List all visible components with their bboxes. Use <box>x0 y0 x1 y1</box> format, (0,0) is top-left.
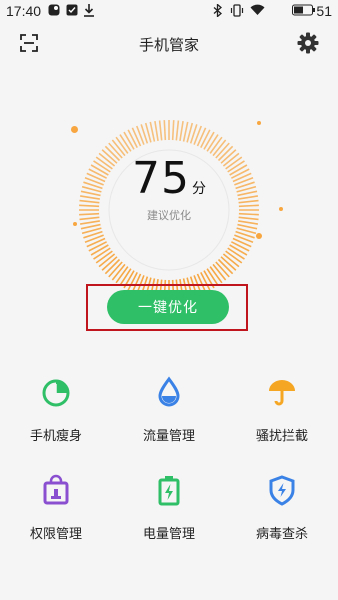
gauge-tick <box>90 244 109 256</box>
tool-label: 电量管理 <box>142 527 195 542</box>
gauge-tick <box>229 244 248 256</box>
bluetooth-icon <box>213 3 222 21</box>
umbrella-icon <box>269 380 295 406</box>
score-unit: 分 <box>192 181 206 197</box>
score-display: 75 分 <box>77 153 261 204</box>
vibrate-icon <box>230 4 244 21</box>
mail-icon <box>66 4 78 20</box>
optimize-button[interactable]: 一键优化 <box>107 290 229 324</box>
gauge-tick <box>231 241 250 252</box>
tool-power-management[interactable]: 电量管理 <box>113 473 225 563</box>
score-subtitle: 建议优化 <box>147 209 191 222</box>
water-drop-icon <box>158 376 180 407</box>
battery-charge-icon <box>158 476 180 506</box>
tool-phone-cleanup[interactable]: 手机瘦身 <box>0 375 112 465</box>
tool-label: 流量管理 <box>142 429 195 444</box>
tool-label: 病毒查杀 <box>255 527 308 542</box>
gauge-tick <box>237 223 258 230</box>
gauge-tick <box>203 131 215 150</box>
battery-icon <box>292 4 316 20</box>
lock-bag-icon <box>43 474 69 505</box>
score-value: 75 <box>132 153 190 204</box>
score-gauge: 75 分 建议优化 <box>77 118 261 302</box>
gauge-tick <box>149 121 156 142</box>
page-title: 手机管家 <box>138 36 199 54</box>
pie-chart-icon <box>42 379 70 407</box>
wifi-icon <box>250 4 265 20</box>
gauge-tick <box>154 120 159 141</box>
tool-permission-management[interactable]: 权限管理 <box>0 473 112 563</box>
gauge-tick <box>88 241 107 252</box>
app-header: 手机管家 <box>0 22 338 66</box>
tool-label: 骚扰拦截 <box>255 429 308 444</box>
notification-icon <box>48 4 60 20</box>
gauge-tick <box>158 120 163 141</box>
gauge-tick <box>175 120 180 141</box>
tool-virus-scan[interactable]: 病毒查杀 <box>226 473 338 563</box>
download-icon <box>84 4 94 21</box>
decor-dot <box>279 207 283 211</box>
gauge-tick <box>182 121 189 142</box>
gauge-tick <box>127 129 138 148</box>
tool-data-management[interactable]: 流量管理 <box>113 375 225 465</box>
status-bar: 17:40 51 <box>0 0 338 22</box>
tool-spam-block[interactable]: 骚扰拦截 <box>226 375 338 465</box>
settings-button[interactable] <box>296 31 320 55</box>
gauge-tick <box>179 120 184 141</box>
gauge-tick <box>200 129 211 148</box>
gauge-tick <box>163 120 167 141</box>
tool-label: 权限管理 <box>29 527 82 542</box>
gauge-tick <box>123 131 135 150</box>
battery-level: 51 <box>316 3 332 19</box>
shield-icon <box>269 475 295 506</box>
gauge-tick <box>80 223 101 230</box>
tool-label: 手机瘦身 <box>29 429 82 444</box>
gear-icon <box>297 32 319 54</box>
gauge-tick <box>171 120 175 141</box>
status-time: 17:40 <box>6 3 42 19</box>
